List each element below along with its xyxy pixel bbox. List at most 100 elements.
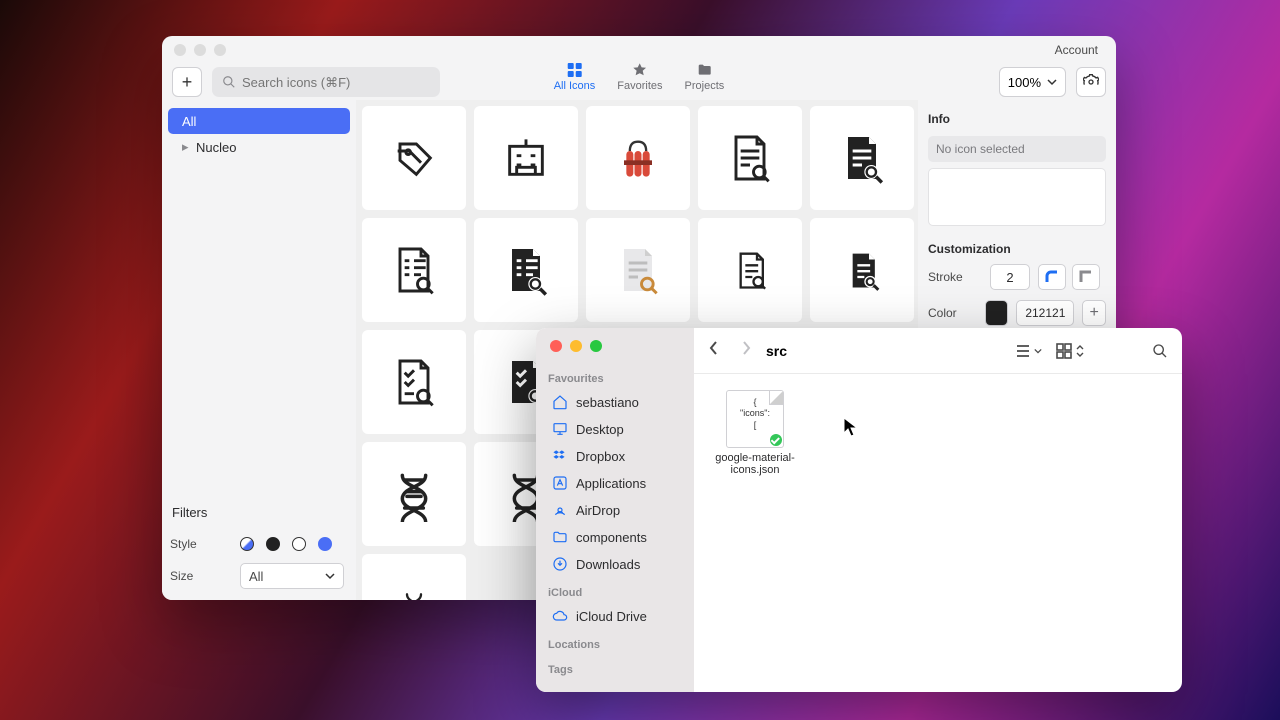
tree-item-all[interactable]: All xyxy=(168,108,350,134)
dna-small-icon xyxy=(386,578,442,600)
icon-cell[interactable] xyxy=(810,218,914,322)
stroke-input[interactable]: 2 xyxy=(990,264,1030,290)
tab-favorites[interactable]: Favorites xyxy=(617,62,662,92)
back-button[interactable] xyxy=(708,340,720,361)
cloud-icon xyxy=(552,608,568,624)
document-list-search-icon xyxy=(386,242,442,298)
view-list-button[interactable] xyxy=(1012,344,1042,358)
tab-projects[interactable]: Projects xyxy=(685,62,725,92)
icon-cell[interactable] xyxy=(586,218,690,322)
cap-square-button[interactable] xyxy=(1072,264,1100,290)
style-outline-swatch[interactable] xyxy=(292,537,306,551)
sidebar-item-label: Applications xyxy=(576,476,646,491)
left-sidebar: All ▸ Nucleo Filters Style xyxy=(162,100,356,600)
icon-cell[interactable] xyxy=(698,106,802,210)
style-filled-swatch[interactable] xyxy=(266,537,280,551)
finder-content[interactable]: { "icons": [ google-material-icons.json xyxy=(694,374,1182,692)
search-input[interactable] xyxy=(242,75,430,90)
icon-cell[interactable] xyxy=(362,330,466,434)
section-locations: Locations xyxy=(548,639,682,651)
finder-nav xyxy=(708,340,752,361)
tab-label: Favorites xyxy=(617,80,662,92)
section-favourites: Favourites xyxy=(548,373,682,385)
grid-icon xyxy=(1056,343,1072,359)
chevron-down-icon xyxy=(1034,347,1042,355)
fullscreen-window-dot[interactable] xyxy=(214,44,226,56)
add-color-button[interactable]: + xyxy=(1082,300,1106,326)
sidebar-item-label: Desktop xyxy=(576,422,624,437)
window-traffic-lights[interactable] xyxy=(174,44,226,56)
sidebar-item-dropbox[interactable]: Dropbox xyxy=(548,444,682,468)
sidebar-item-label: sebastiano xyxy=(576,395,639,410)
sidebar-item-home[interactable]: sebastiano xyxy=(548,390,682,414)
document-search-icon xyxy=(722,130,778,186)
finder-search-button[interactable] xyxy=(1152,343,1168,359)
style-label: Style xyxy=(170,537,240,551)
tab-label: Projects xyxy=(685,80,725,92)
sidebar-item-downloads[interactable]: Downloads xyxy=(548,552,682,576)
filters-panel: Filters Style Size All xyxy=(166,493,352,594)
gear-icon xyxy=(1083,74,1099,90)
icon-cell[interactable] xyxy=(362,106,466,210)
list-icon xyxy=(1012,344,1030,358)
sidebar-item-airdrop[interactable]: AirDrop xyxy=(548,498,682,522)
document-search-tinted-icon xyxy=(610,242,666,298)
filters-title: Filters xyxy=(170,501,348,528)
fullscreen-window-dot[interactable] xyxy=(590,340,602,352)
airdrop-icon xyxy=(552,502,568,518)
view-tabs: All Icons Favorites Projects xyxy=(554,62,725,92)
icon-cell[interactable] xyxy=(474,218,578,322)
color-swatch[interactable] xyxy=(985,300,1009,326)
style-color-swatch[interactable] xyxy=(318,537,332,551)
close-window-dot[interactable] xyxy=(174,44,186,56)
sidebar-item-applications[interactable]: Applications xyxy=(548,471,682,495)
tree-item-label: Nucleo xyxy=(196,140,236,155)
tree-item-nucleo[interactable]: ▸ Nucleo xyxy=(168,134,350,160)
folder-icon xyxy=(552,529,568,545)
sidebar-item-components[interactable]: components xyxy=(548,525,682,549)
account-link[interactable]: Account xyxy=(1055,43,1104,57)
category-tree: All ▸ Nucleo xyxy=(166,104,352,164)
applications-icon xyxy=(552,475,568,491)
view-grid-button[interactable] xyxy=(1056,343,1084,359)
chevron-right-icon xyxy=(740,340,752,356)
info-title: Info xyxy=(928,110,1106,130)
stroke-label: Stroke xyxy=(928,270,982,284)
finder-main: src { "icons": [ google-material-icons.j… xyxy=(694,328,1182,692)
icon-cell[interactable] xyxy=(362,442,466,546)
sidebar-item-desktop[interactable]: Desktop xyxy=(548,417,682,441)
minimize-window-dot[interactable] xyxy=(570,340,582,352)
icon-cell[interactable] xyxy=(362,554,466,600)
icon-cell[interactable] xyxy=(810,106,914,210)
size-select[interactable]: All xyxy=(240,563,344,589)
zoom-select[interactable]: 100% xyxy=(999,67,1066,97)
icon-cell[interactable] xyxy=(586,106,690,210)
size-value: All xyxy=(249,569,263,584)
disclosure-triangle-icon: ▸ xyxy=(182,139,190,155)
cap-round-button[interactable] xyxy=(1038,264,1066,290)
forward-button[interactable] xyxy=(740,340,752,361)
building-icon xyxy=(498,130,554,186)
sidebar-item-label: Downloads xyxy=(576,557,640,572)
json-file-icon: { "icons": [ xyxy=(726,390,784,448)
settings-button[interactable] xyxy=(1076,67,1106,97)
style-swatches xyxy=(240,537,332,551)
chevron-down-icon xyxy=(325,571,335,581)
search-input-wrapper[interactable] xyxy=(212,67,440,97)
finder-traffic-lights[interactable] xyxy=(548,338,682,362)
close-window-dot[interactable] xyxy=(550,340,562,352)
finder-toolbar: src xyxy=(694,328,1182,374)
sidebar-item-iclouddrive[interactable]: iCloud Drive xyxy=(548,604,682,628)
add-button[interactable]: + xyxy=(172,67,202,97)
icon-cell[interactable] xyxy=(698,218,802,322)
icon-cell[interactable] xyxy=(474,106,578,210)
info-preview xyxy=(928,168,1106,226)
search-icon xyxy=(222,75,236,89)
style-twotone-swatch[interactable] xyxy=(240,537,254,551)
section-icloud: iCloud xyxy=(548,587,682,599)
minimize-window-dot[interactable] xyxy=(194,44,206,56)
file-item[interactable]: { "icons": [ google-material-icons.json xyxy=(710,390,800,476)
icon-cell[interactable] xyxy=(362,218,466,322)
color-hex-input[interactable]: 212121 xyxy=(1016,300,1074,326)
tab-all-icons[interactable]: All Icons xyxy=(554,62,596,92)
